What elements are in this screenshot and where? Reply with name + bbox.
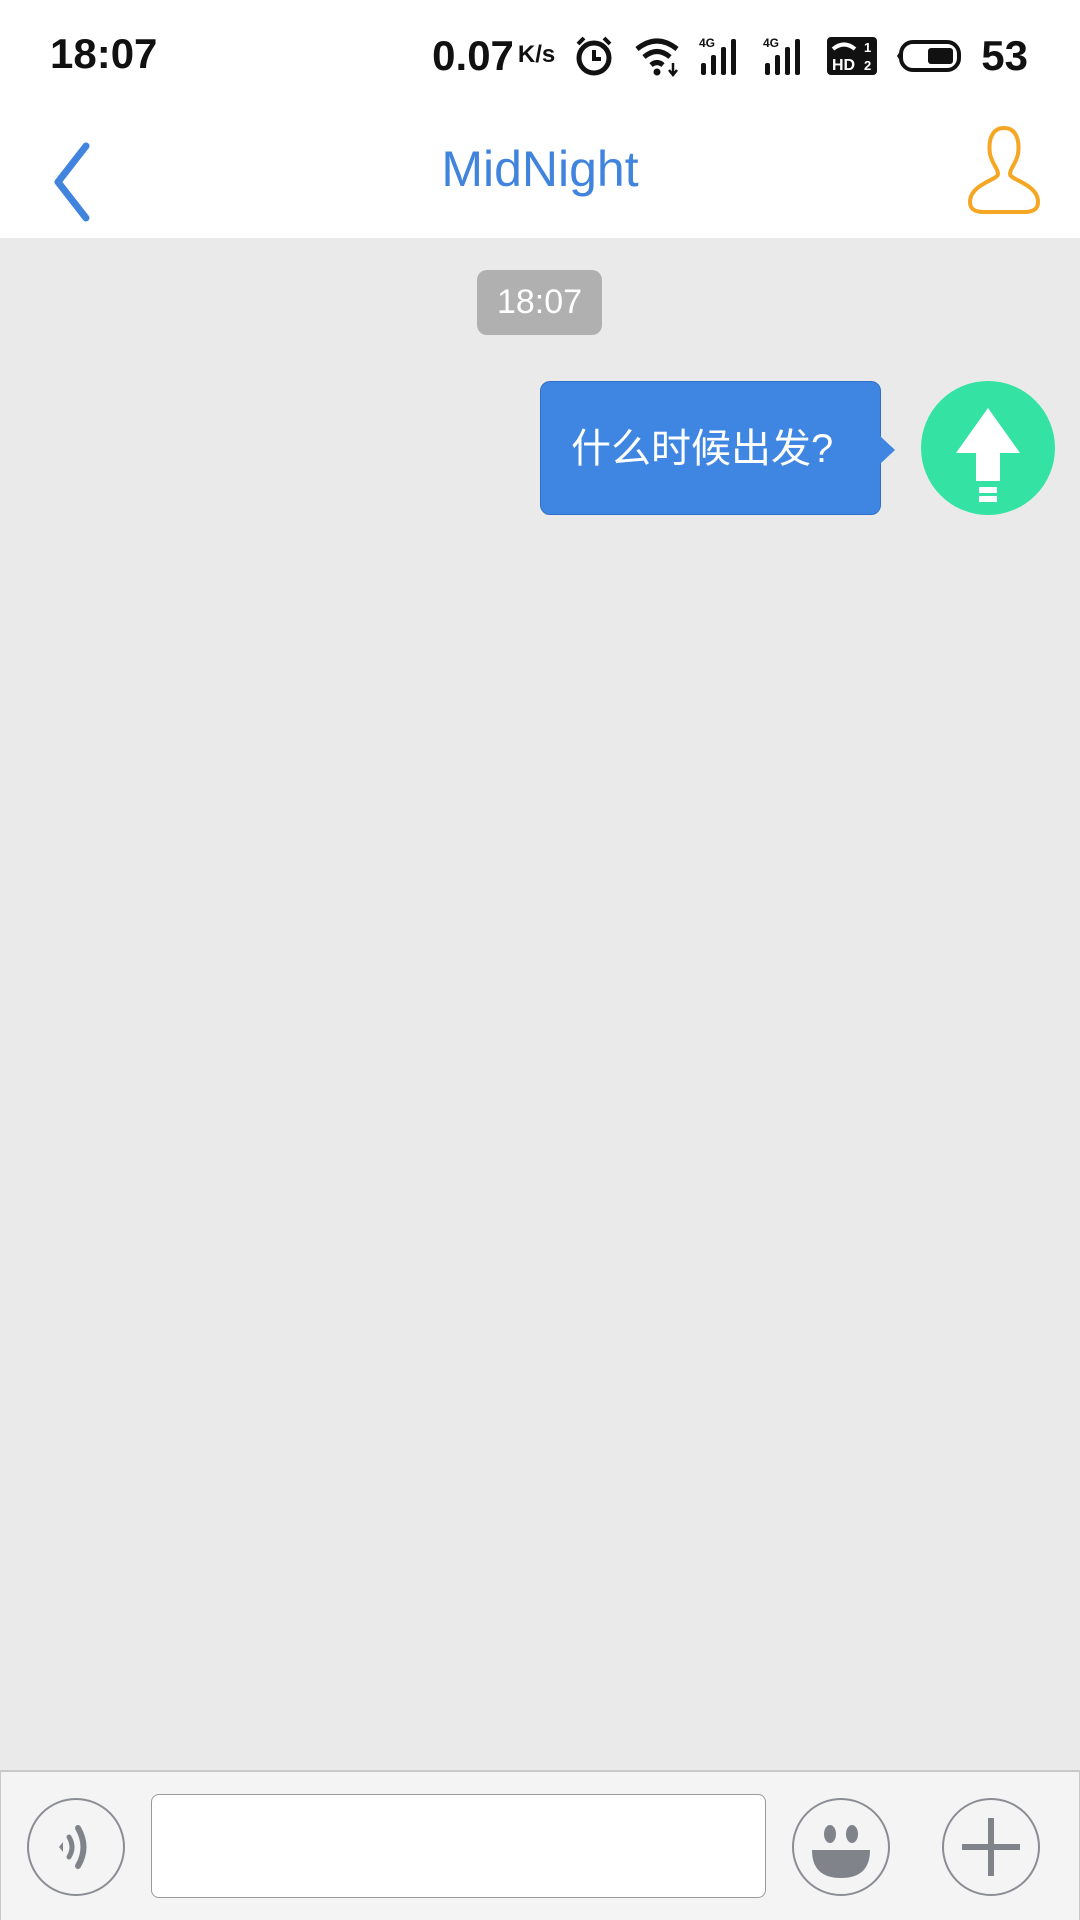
emoji-button[interactable] <box>792 1798 890 1896</box>
hd-voice-icon: HD 1 2 <box>827 37 878 75</box>
message-timestamp: 18:07 <box>477 270 602 335</box>
alarm-icon <box>573 35 615 77</box>
outgoing-message-bubble[interactable]: 什么时候出发? <box>540 381 895 515</box>
message-text: 什么时候出发? <box>571 427 834 471</box>
page-title: MidNight <box>441 141 639 197</box>
svg-text:HD: HD <box>832 57 855 74</box>
svg-text:1: 1 <box>864 40 871 55</box>
battery-icon <box>895 38 963 74</box>
wifi-icon <box>633 35 681 77</box>
svg-text:4G: 4G <box>763 36 779 50</box>
person-outline-icon <box>964 124 1044 220</box>
network-speed-unit: K/s <box>517 41 556 68</box>
profile-button[interactable] <box>964 124 1044 220</box>
status-icons: 0.07 K/s 4G 4G HD 1 2 53 <box>432 30 1028 82</box>
chat-area[interactable]: 18:07 什么时候出发? <box>0 238 1080 1770</box>
signal-4g-icon: 4G <box>763 35 809 77</box>
message-input[interactable] <box>151 1794 766 1898</box>
voice-icon <box>29 1800 123 1894</box>
plus-button[interactable] <box>942 1798 1040 1896</box>
bubble-tail <box>880 436 895 464</box>
input-bar <box>0 1770 1080 1920</box>
avatar[interactable] <box>921 381 1055 515</box>
upload-arrow-icon <box>921 381 1055 515</box>
status-time: 18:07 <box>50 30 158 77</box>
status-bar: 18:07 0.07 K/s 4G 4G HD 1 2 53 <box>0 0 1080 112</box>
voice-button[interactable] <box>27 1798 125 1896</box>
smiley-icon <box>794 1800 888 1894</box>
signal-4g-icon: 4G <box>699 35 745 77</box>
svg-text:2: 2 <box>864 58 871 73</box>
network-speed: 0.07 K/s <box>432 32 555 80</box>
svg-text:4G: 4G <box>699 36 715 50</box>
chat-header: MidNight <box>0 112 1080 238</box>
battery-level: 53 <box>981 32 1028 79</box>
plus-icon <box>944 1800 1038 1894</box>
network-speed-value: 0.07 <box>432 32 514 79</box>
